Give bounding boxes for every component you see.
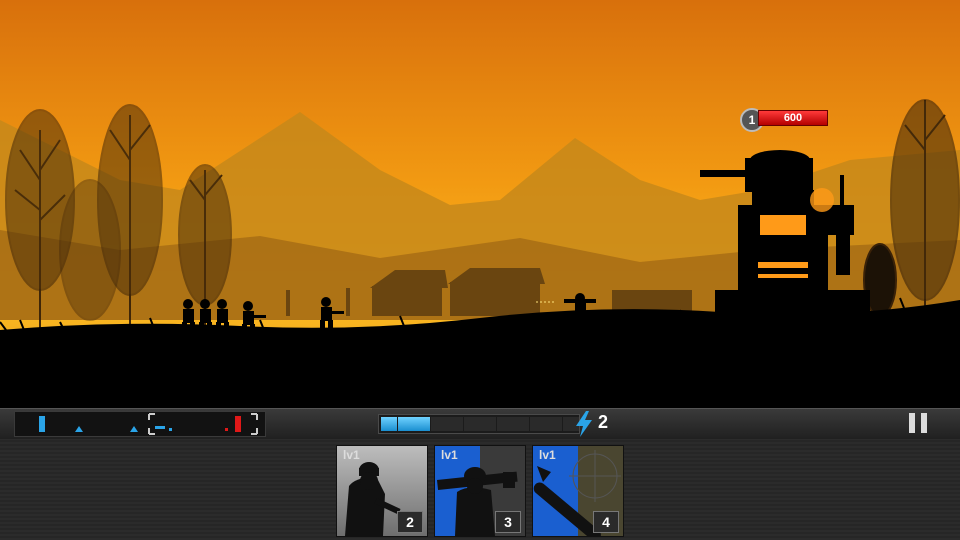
ally-base-marker <box>39 416 45 432</box>
hud-bar: 2 <box>0 408 960 439</box>
energy-segment <box>430 417 447 431</box>
ally-unit-marker <box>130 426 138 432</box>
lightning-icon <box>576 411 592 437</box>
energy-segment <box>480 417 496 431</box>
minimap[interactable] <box>14 411 266 437</box>
unit-card-tray: lv1 2 lv1 3 lv1 4 <box>0 439 960 540</box>
battlefield-scene <box>0 0 960 408</box>
energy-meter <box>378 414 580 434</box>
minimap-markers <box>39 413 258 435</box>
energy-segment <box>397 417 414 431</box>
card-level: lv1 <box>539 448 556 462</box>
energy-segment <box>546 417 562 431</box>
energy-segment <box>529 417 546 431</box>
tower-hp-bar: 600 <box>758 110 828 126</box>
unit-card-rocket-soldier[interactable]: lv1 3 <box>434 445 526 537</box>
energy-segment <box>463 417 480 431</box>
energy-segment <box>513 417 529 431</box>
card-level: lv1 <box>343 448 360 462</box>
pause-button[interactable] <box>905 411 931 435</box>
card-level: lv1 <box>441 448 458 462</box>
pause-icon <box>909 413 915 433</box>
ally-unit-marker <box>75 426 83 432</box>
energy-segment <box>414 417 430 431</box>
enemy-base-marker <box>235 416 241 432</box>
energy-segment <box>496 417 513 431</box>
card-cost: 4 <box>593 511 619 533</box>
card-cost: 3 <box>495 511 521 533</box>
unit-card-rifleman[interactable]: lv1 2 <box>336 445 428 537</box>
card-cost: 2 <box>397 511 423 533</box>
energy-segment <box>381 417 397 431</box>
unit-card-missile-strike[interactable]: lv1 4 <box>532 445 624 537</box>
energy-count: 2 <box>598 412 609 432</box>
energy-segment <box>447 417 463 431</box>
